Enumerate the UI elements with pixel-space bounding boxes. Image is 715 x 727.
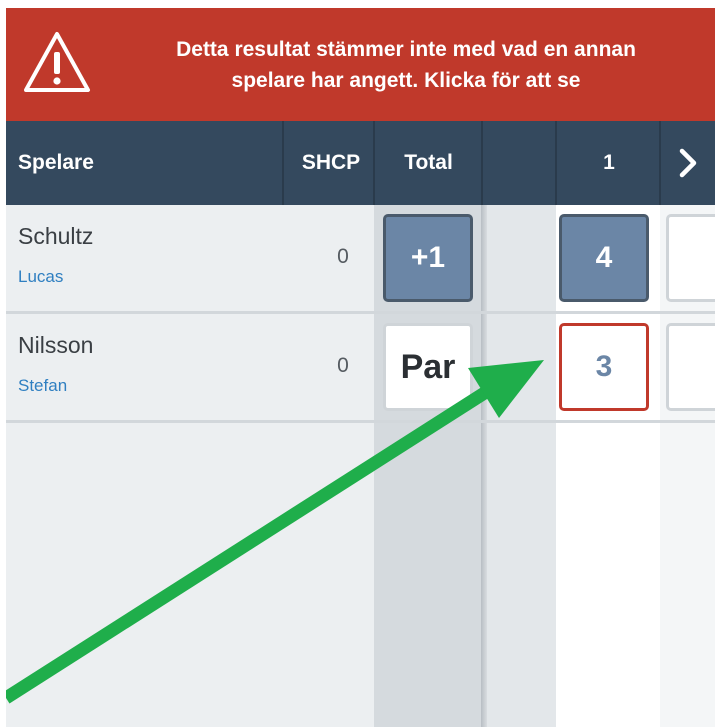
conflict-warning-banner[interactable]: Detta resultat stämmer inte med vad en a… [6, 8, 715, 121]
hole-1-score[interactable]: 4 [559, 214, 649, 302]
hole-2-score[interactable] [666, 214, 715, 302]
header-divider [282, 121, 284, 205]
hole-2-score[interactable] [666, 323, 715, 411]
column-header-player: Spelare [18, 151, 94, 174]
warning-message: Detta resultat stämmer inte med vad en a… [106, 34, 706, 96]
header-divider [481, 121, 483, 205]
header-divider [373, 121, 375, 205]
header-divider [555, 121, 557, 205]
total-score: +1 [383, 214, 473, 302]
header-divider [659, 121, 661, 205]
hole-1-score-conflict[interactable]: 3 [559, 323, 649, 411]
player-row: Nilsson Stefan 0 Par 3 [6, 314, 715, 422]
chevron-right-icon[interactable] [676, 148, 700, 178]
player-first-name: Stefan [18, 376, 68, 395]
player-shcp: 0 [337, 354, 349, 377]
player-row: Schultz Lucas 0 +1 4 [6, 205, 715, 313]
warning-triangle-icon [24, 32, 90, 92]
warning-message-line1: Detta resultat stämmer inte med vad en a… [176, 38, 636, 61]
total-score: Par [383, 323, 473, 411]
column-header-hole-1: 1 [603, 151, 615, 174]
scorecard-screen: Detta resultat stämmer inte med vad en a… [6, 8, 715, 727]
column-header-total: Total [404, 151, 453, 174]
player-last-name: Nilsson [18, 332, 94, 358]
player-first-name: Lucas [18, 267, 64, 286]
row-divider [6, 420, 715, 423]
warning-message-line2: spelare har angett. Klicka för att se [231, 69, 581, 92]
player-shcp: 0 [337, 245, 349, 268]
scorecard-header: Spelare SHCP Total 1 [6, 121, 715, 205]
column-header-shcp: SHCP [301, 151, 361, 174]
player-last-name: Schultz [18, 223, 94, 249]
